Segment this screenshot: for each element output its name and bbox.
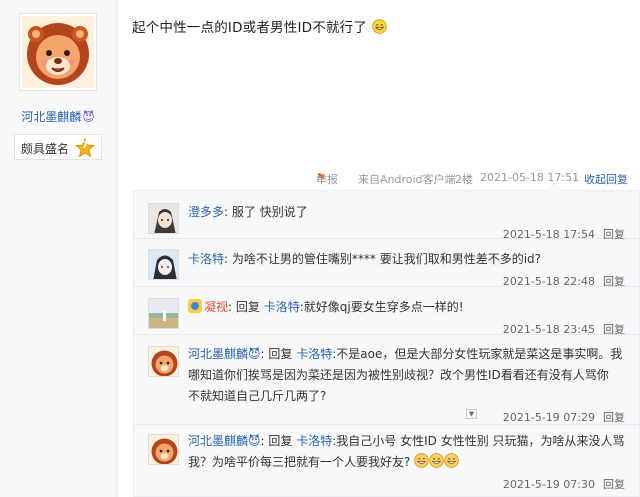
devil-icon: 😈 bbox=[248, 347, 261, 361]
reply-to-user[interactable]: 卡洛特 bbox=[296, 434, 332, 448]
post-floor: 2楼 bbox=[455, 173, 473, 186]
anime-avatar-icon bbox=[149, 250, 178, 279]
post-text: 起个中性一点的ID或者男性ID不就行了 bbox=[132, 20, 368, 36]
laugh-emoji-icon bbox=[414, 453, 429, 468]
author-name-text[interactable]: 河北墨麒麟 bbox=[21, 110, 81, 124]
reply-text: :就好像qj要女生穿多点一样的! bbox=[299, 300, 464, 314]
reply-text-line: 哪知道你们挨骂是因为菜还是因为被性别歧视？改个男性ID看看还有没有人骂你 bbox=[188, 368, 609, 382]
badge-level-number: 7 bbox=[81, 140, 89, 151]
lion-avatar-icon bbox=[149, 435, 178, 464]
author-avatar[interactable] bbox=[19, 13, 97, 91]
reply-body: 卡洛特: 为啥不让男的管住嘴别**** 要让我们取和男性差不多的id? bbox=[188, 252, 542, 266]
reply-to-user[interactable]: 卡洛特 bbox=[296, 347, 332, 361]
landscape-avatar-icon bbox=[149, 299, 178, 328]
author-name[interactable]: 河北墨麒麟😈 bbox=[0, 108, 116, 125]
reply-text-line: :不是aoe，但是大部分女性玩家就是菜这是事实啊。我 bbox=[332, 347, 623, 361]
laugh-emoji-icon bbox=[444, 453, 459, 468]
reply-item: 澄多多: 服了 快别说了 2021-5-18 17:54 回复 bbox=[134, 191, 639, 241]
reply-body: 河北墨麒麟😈: 回复 卡洛特:我自己小号 女性ID 女性性别 只玩猫，为啥从来没… bbox=[188, 434, 625, 469]
author-panel: 河北墨麒麟😈 颇具盛名 7 bbox=[0, 0, 117, 497]
reply-meta: 2021-5-19 07:30 回复 bbox=[503, 476, 625, 492]
laugh-emoji-icon bbox=[429, 453, 444, 468]
level-star-icon: 7 bbox=[75, 138, 95, 158]
anime-avatar-icon bbox=[149, 204, 178, 233]
reply-avatar[interactable] bbox=[148, 298, 179, 329]
reply-button[interactable]: 回复 bbox=[603, 478, 625, 491]
reply-user[interactable]: 卡洛特 bbox=[188, 252, 224, 266]
lion-avatar-icon bbox=[22, 16, 94, 88]
grin-emoji-icon bbox=[371, 19, 387, 34]
reply-word: 回复 bbox=[268, 434, 293, 448]
post-source[interactable]: 来自Android客户端 bbox=[358, 171, 456, 187]
badge-label: 颇具盛名 bbox=[21, 142, 70, 156]
reply-item: 河北墨麒麟😈: 回复 卡洛特:我自己小号 女性ID 女性性别 只玩猫，为啥从来没… bbox=[134, 425, 639, 497]
reply-button[interactable]: 回复 bbox=[603, 411, 625, 424]
reply-time: 2021-5-19 07:30 bbox=[502, 478, 595, 491]
reply-body: 凝视: 回复 卡洛特:就好像qj要女生穿多点一样的! bbox=[188, 297, 626, 318]
reply-avatar[interactable] bbox=[148, 249, 179, 280]
reply-text-line: :我自己小号 女性ID 女性性别 只玩猫，为啥从来没人骂 bbox=[332, 434, 625, 448]
reply-to-user[interactable]: 卡洛特 bbox=[264, 300, 300, 314]
reply-meta: 2021-5-19 07:29 回复 bbox=[503, 409, 625, 425]
reply-list-pointer bbox=[546, 183, 562, 191]
reply-text: 为啥不让男的管住嘴别**** 要让我们取和男性差不多的id? bbox=[231, 252, 542, 266]
post-content: 起个中性一点的ID或者男性ID不就行了 bbox=[132, 16, 387, 36]
reply-user[interactable]: 澄多多 bbox=[188, 205, 224, 219]
expand-down-icon[interactable]: ▼ bbox=[466, 409, 477, 419]
fish-badge-icon bbox=[188, 299, 202, 313]
reply-item: 卡洛特: 为啥不让男的管住嘴别**** 要让我们取和男性差不多的id? 2021… bbox=[134, 239, 639, 288]
reply-text-line: 不就知道自己几斤几两了? bbox=[188, 389, 327, 403]
devil-icon: 😈 bbox=[82, 110, 95, 124]
reply-text-line: 我？为啥平价每三把就有一个人要我好友? bbox=[188, 455, 411, 469]
sweat-emoji-icons bbox=[414, 453, 459, 469]
level-badge[interactable]: 颇具盛名 7 bbox=[14, 134, 102, 160]
post-meta: ⚑ 举报 来自Android客户端 2楼 2021-05-18 17:51 收起回… bbox=[300, 171, 628, 187]
reply-user[interactable]: 河北墨麒麟 bbox=[188, 347, 248, 361]
reply-item: 凝视: 回复 卡洛特:就好像qj要女生穿多点一样的! 2021-5-18 23:… bbox=[134, 287, 639, 336]
reply-word: 回复 bbox=[235, 300, 260, 314]
reply-avatar[interactable] bbox=[148, 434, 179, 465]
report-label[interactable]: 举报 bbox=[316, 171, 338, 187]
reply-text: 服了 快别说了 bbox=[231, 205, 308, 219]
reply-list: 澄多多: 服了 快别说了 2021-5-18 17:54 回复 卡洛特: 为啥不让… bbox=[133, 183, 640, 497]
reply-user[interactable]: 河北墨麒麟 bbox=[188, 434, 248, 448]
reply-user[interactable]: 凝视 bbox=[204, 300, 228, 314]
lion-avatar-icon bbox=[149, 347, 178, 376]
reply-word: 回复 bbox=[268, 347, 293, 361]
collapse-reply-button[interactable]: 收起回复 bbox=[584, 171, 628, 187]
reply-body: 澄多多: 服了 快别说了 bbox=[188, 205, 308, 219]
reply-time: 2021-5-19 07:29 bbox=[502, 411, 595, 424]
devil-icon: 😈 bbox=[248, 434, 261, 448]
reply-item: 河北墨麒麟😈: 回复 卡洛特:不是aoe，但是大部分女性玩家就是菜这是事实啊。我… bbox=[134, 335, 639, 425]
post-date: 2021-05-18 17:51 bbox=[480, 171, 580, 184]
reply-avatar[interactable] bbox=[148, 346, 179, 377]
reply-body: 河北墨麒麟😈: 回复 卡洛特:不是aoe，但是大部分女性玩家就是菜这是事实啊。我… bbox=[188, 344, 626, 407]
reply-avatar[interactable] bbox=[148, 203, 179, 234]
